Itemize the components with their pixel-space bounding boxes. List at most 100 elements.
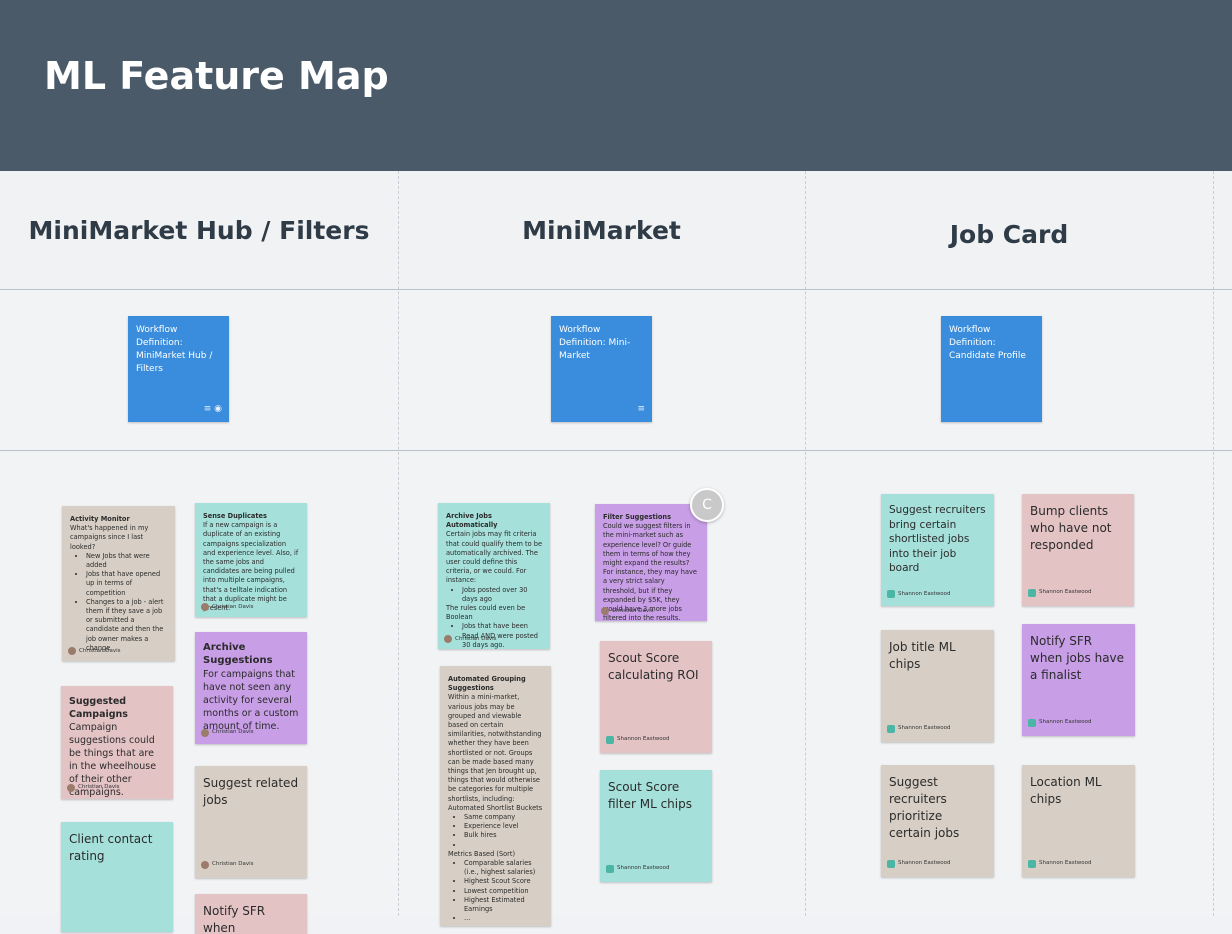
note-bullet: Comparable salaries (i.e., highest salar… <box>464 859 543 877</box>
avatar <box>606 864 614 873</box>
workflow-card-hub[interactable]: Workflow Definition: MiniMarket Hub / Fi… <box>128 316 229 422</box>
avatar <box>68 647 76 656</box>
note-bullet: Same company <box>464 813 543 822</box>
avatar <box>887 724 895 733</box>
note-author: Shannon Eastwood <box>606 860 670 877</box>
note-author: Shannon Eastwood <box>1028 855 1092 872</box>
sticky-note[interactable]: Location ML chips Shannon Eastwood <box>1022 765 1135 877</box>
avatar <box>1028 588 1036 597</box>
note-author: Shannon Eastwood <box>606 731 670 748</box>
note-bullet: Lowest competition <box>464 887 543 896</box>
avatar <box>444 635 452 644</box>
note-title: Archive Suggestions <box>203 642 273 666</box>
note-body: Location ML chips <box>1030 775 1102 806</box>
note-body: Notify SFR when jobs have a finalist <box>1030 634 1125 682</box>
avatar <box>201 860 209 869</box>
note-body: Scout Score filter ML chips <box>608 780 692 811</box>
avatar <box>887 589 895 598</box>
sticky-note[interactable]: Archive Suggestions For campaigns that h… <box>195 632 307 744</box>
notes-icon: ≡ <box>637 404 645 414</box>
note-body: Within a mini-market, various jobs may b… <box>448 693 542 803</box>
note-bullet: Highest Estimated Earnings <box>464 896 543 914</box>
workflow-card-text: Workflow Definition: MiniMarket Hub / Fi… <box>136 325 213 374</box>
sticky-note[interactable]: Archive Jobs Automatically Certain jobs … <box>438 503 550 649</box>
note-author: Shannon Eastwood <box>887 855 951 872</box>
note-author: Christian Davis <box>201 856 254 873</box>
note-bullet: Jobs that have opened up in terms of com… <box>86 570 167 598</box>
note-bullet <box>464 841 543 850</box>
avatar <box>606 735 614 744</box>
sticky-note[interactable]: Notify SFR when <box>195 894 307 934</box>
note-author: Shannon Eastwood <box>1028 714 1092 731</box>
avatar <box>201 603 209 612</box>
note-bullet: Experience level <box>464 822 543 831</box>
note-title: Automated Grouping Suggestions <box>448 675 526 693</box>
note-title: Filter Suggestions <box>603 513 672 521</box>
feature-board[interactable]: MiniMarket Hub / Filters MiniMarket Job … <box>0 171 1232 934</box>
note-author: Christian Davis <box>444 635 497 644</box>
note-author: Christian Davis <box>201 726 254 739</box>
sticky-note[interactable]: Bump clients who have not responded Shan… <box>1022 494 1134 606</box>
note-author: Shannon Eastwood <box>887 587 951 602</box>
sticky-note[interactable]: Scout Score calculating ROI Shannon East… <box>600 641 712 753</box>
note-body: Suggest recruiters prioritize certain jo… <box>889 775 960 840</box>
avatar <box>67 783 75 792</box>
column-title-job-card[interactable]: Job Card <box>805 175 1213 293</box>
avatar <box>1028 859 1036 868</box>
note-body: If a new campaign is a duplicate of an e… <box>203 521 299 613</box>
sticky-note[interactable]: Scout Score filter ML chips Shannon East… <box>600 770 712 882</box>
note-bullet: Jobs posted over 30 days ago <box>462 586 542 604</box>
note-body: The rules could even be Boolean <box>446 604 526 622</box>
workflow-card-text: Workflow Definition: Candidate Profile <box>949 325 1026 361</box>
note-body: Client contact rating <box>69 832 153 863</box>
workflow-card-job-card[interactable]: Workflow Definition: Candidate Profile <box>941 316 1042 422</box>
note-body: Suggest recruiters bring certain shortli… <box>889 504 986 574</box>
workflow-card-text: Workflow Definition: Mini-Market <box>559 325 631 361</box>
sticky-note[interactable]: Activity Monitor What's happened in my c… <box>62 506 175 661</box>
sticky-note[interactable]: Automated Grouping Suggestions Within a … <box>440 666 551 926</box>
page-title: ML Feature Map <box>44 54 389 98</box>
note-bullet: Changes to a job - alert them if they sa… <box>86 598 167 653</box>
note-body: What's happened in my campaigns since I … <box>70 524 149 551</box>
note-body: Scout Score calculating ROI <box>608 651 699 682</box>
sticky-note[interactable]: Suggested Campaigns Campaign suggestions… <box>61 686 173 799</box>
note-body: Certain jobs may fit criteria that could… <box>446 530 543 585</box>
note-body: Job title ML chips <box>889 640 956 671</box>
note-body: For campaigns that have not seen any act… <box>203 669 299 732</box>
sticky-note[interactable]: Suggest related jobs Christian Davis <box>195 766 307 878</box>
column-title-minimarket[interactable]: MiniMarket <box>398 171 805 289</box>
sticky-note[interactable]: Suggest recruiters prioritize certain jo… <box>881 765 994 877</box>
note-author: Christian Davis <box>601 607 654 616</box>
note-author: Christian Davis <box>67 781 120 794</box>
sticky-note[interactable]: Job title ML chips Shannon Eastwood <box>881 630 994 742</box>
board-header: ML Feature Map <box>0 0 1232 171</box>
collaborator-avatar[interactable]: C <box>690 488 724 522</box>
note-author: Shannon Eastwood <box>887 720 951 737</box>
avatar <box>1028 718 1036 727</box>
note-author: Christian Davis <box>68 647 121 656</box>
note-bullet: Highest Scout Score <box>464 877 543 886</box>
note-bullet: Bulk hires <box>464 831 543 840</box>
sticky-note[interactable]: Notify SFR when jobs have a finalist Sha… <box>1022 624 1135 736</box>
workflow-card-minimarket[interactable]: Workflow Definition: Mini-Market ≡ <box>551 316 652 422</box>
column-title-hub[interactable]: MiniMarket Hub / Filters <box>0 171 398 289</box>
note-subheading: Metrics Based (Sort) <box>448 849 516 858</box>
note-title: Suggested Campaigns <box>69 696 128 720</box>
note-subheading: Automated Shortlist Buckets <box>448 803 543 812</box>
sticky-note[interactable]: Sense Duplicates If a new campaign is a … <box>195 503 307 617</box>
note-body: Bump clients who have not responded <box>1030 504 1112 552</box>
note-body: Notify SFR when <box>203 904 266 934</box>
sticky-note[interactable]: Suggest recruiters bring certain shortli… <box>881 494 994 606</box>
notes-eye-icon: ≡ ◉ <box>203 404 222 414</box>
note-title: Activity Monitor <box>70 515 130 523</box>
note-title: Sense Duplicates <box>203 512 267 520</box>
avatar <box>887 859 895 868</box>
avatar <box>601 607 609 616</box>
avatar <box>201 728 209 737</box>
note-body: Suggest related jobs <box>203 776 299 807</box>
note-author: Christian Davis <box>201 603 254 612</box>
note-author: Shannon Eastwood <box>1028 584 1092 601</box>
sticky-note[interactable]: Filter Suggestions Could we suggest filt… <box>595 504 707 621</box>
note-bullet: New Jobs that were added <box>86 552 167 570</box>
column-divider <box>1213 171 1214 916</box>
